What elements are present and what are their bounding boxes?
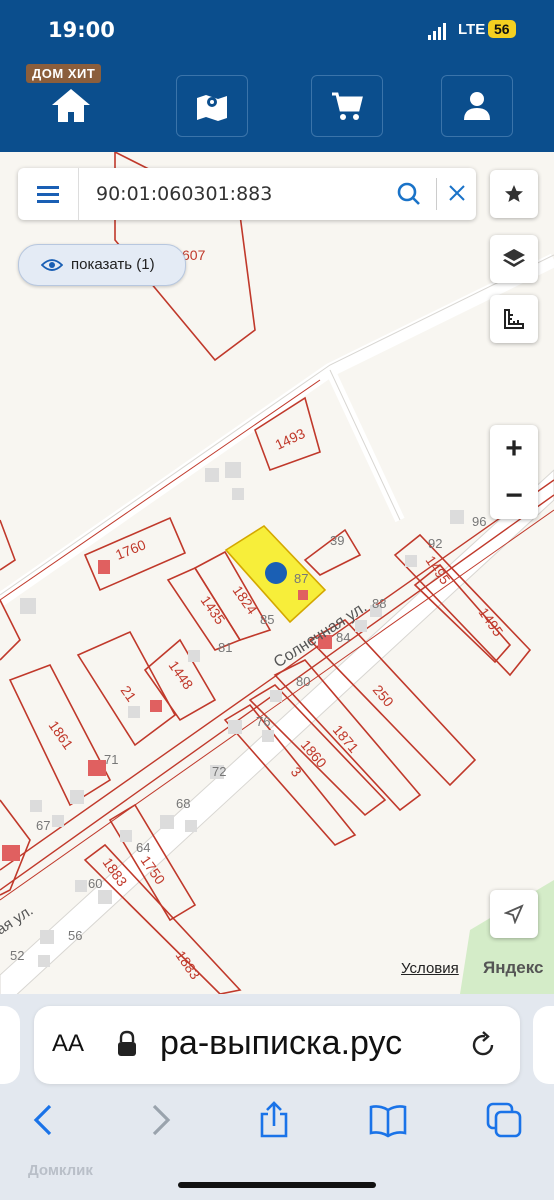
home-button[interactable] (36, 75, 106, 135)
signal-icon (428, 22, 448, 40)
home-icon (52, 89, 90, 122)
battery-badge: 56 (488, 20, 516, 38)
next-tab-peek[interactable] (533, 1006, 554, 1084)
parcel-label: 71 (104, 752, 118, 767)
parcel-label: 80 (296, 674, 310, 689)
menu-button[interactable] (18, 168, 79, 220)
parcel-label: 56 (68, 928, 82, 943)
show-results-button[interactable]: показать (1) (18, 244, 186, 286)
browser-nav-row (0, 1092, 554, 1152)
close-icon (449, 185, 465, 201)
divider (436, 178, 437, 210)
cart-icon (332, 92, 363, 120)
hamburger-icon (37, 186, 59, 203)
map-button[interactable] (176, 75, 248, 137)
home-indicator (178, 1182, 376, 1188)
favorites-button[interactable] (490, 170, 538, 218)
watermark: Домклик (28, 1162, 93, 1179)
lock-icon (118, 1030, 136, 1056)
parcel-label: 76 (256, 714, 270, 729)
reload-icon[interactable] (468, 1030, 498, 1060)
parcel-label: 68 (176, 796, 190, 811)
layers-icon (503, 249, 525, 267)
browser-toolbar: AA ра-выписка.рус Домклик (0, 994, 554, 1200)
address-bar[interactable]: AA ра-выписка.рус (34, 1006, 520, 1084)
parcel-label: 96 (472, 514, 486, 529)
app-nav-bar: ДОМ ХИТ (0, 62, 554, 152)
cart-button[interactable] (311, 75, 383, 137)
parcel-label: 67 (36, 818, 50, 833)
parcel-label: 92 (428, 536, 442, 551)
search-button[interactable] (396, 181, 422, 212)
url-text[interactable]: ра-выписка.рус (160, 1024, 402, 1063)
ruler-button[interactable] (490, 295, 538, 343)
share-icon[interactable] (254, 1100, 294, 1140)
back-icon[interactable] (24, 1100, 64, 1140)
network-label: LTE (458, 21, 486, 38)
status-time: 19:00 (48, 18, 115, 42)
parcel-label: 64 (136, 840, 150, 855)
user-icon (464, 92, 490, 120)
search-icon (397, 182, 420, 205)
forward-icon[interactable] (140, 1100, 180, 1140)
parcel-marker (265, 562, 287, 584)
status-bar: 19:00 LTE 56 (0, 0, 554, 62)
show-results-label: показать (1) (71, 256, 155, 273)
map-provider-logo: Яндекс (483, 958, 543, 978)
eye-icon (41, 259, 63, 271)
location-arrow-icon (504, 904, 524, 924)
zoom-in-button[interactable]: + (490, 425, 538, 472)
profile-button[interactable] (441, 75, 513, 137)
parcel-label: 52 (10, 948, 24, 963)
parcel-label: 85 (260, 612, 274, 627)
search-bar: 90:01:060301:883 (18, 168, 476, 220)
parcel-label: 60 (88, 876, 102, 891)
map-icon (197, 95, 227, 121)
star-icon (505, 185, 523, 202)
geolocation-button[interactable] (490, 890, 538, 938)
provider-label: Яндекс (483, 958, 544, 977)
clear-button[interactable] (448, 182, 466, 208)
zoom-out-button[interactable]: − (490, 472, 538, 519)
parcel-label: 72 (212, 764, 226, 779)
layers-button[interactable] (490, 235, 538, 283)
tabs-icon[interactable] (484, 1100, 524, 1140)
bookmarks-icon[interactable] (368, 1100, 408, 1140)
parcel-label: 81 (218, 640, 232, 655)
search-input[interactable]: 90:01:060301:883 (96, 183, 272, 205)
prev-tab-peek[interactable] (0, 1006, 20, 1084)
text-size-button[interactable]: AA (52, 1030, 84, 1058)
parcel-label: 39 (330, 533, 344, 548)
parcel-label: 87 (294, 571, 308, 586)
ruler-icon (504, 309, 524, 329)
zoom-control: + − (490, 425, 538, 519)
parcel-label: 88 (372, 596, 386, 611)
terms-link[interactable]: Условия (401, 960, 459, 977)
